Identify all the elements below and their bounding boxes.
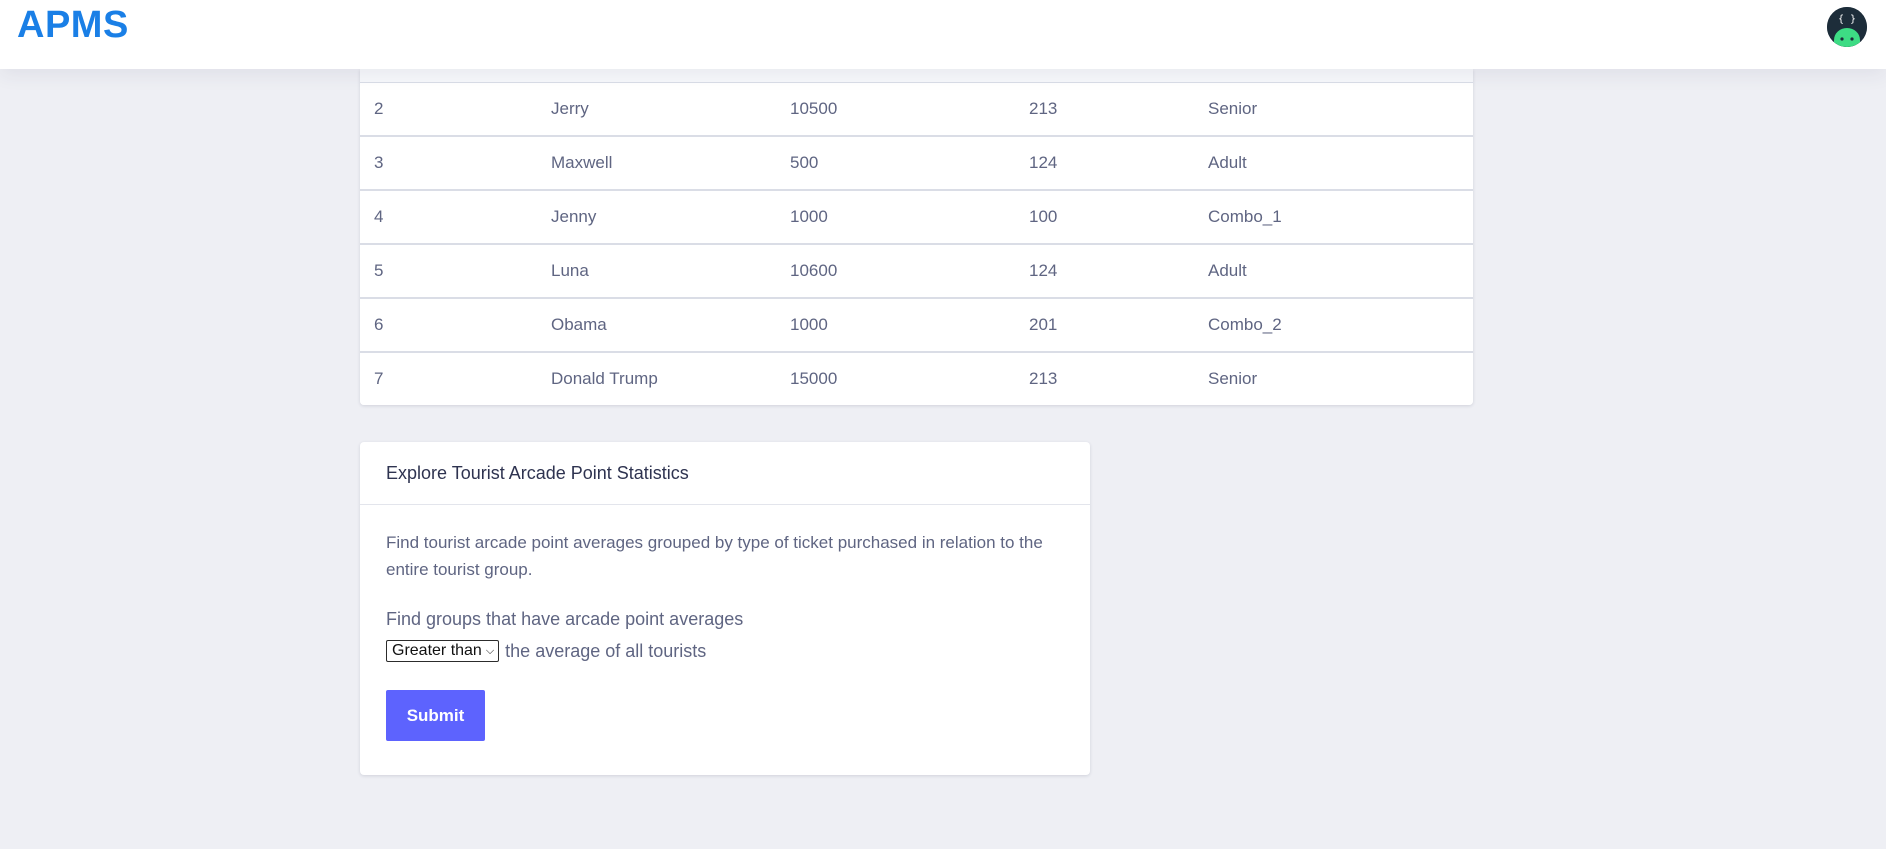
stats-description: Find tourist arcade point averages group… (386, 533, 1043, 579)
find-groups-label: Find groups that have arcade point avera… (386, 609, 744, 629)
table-row: 2 Jerry 10500 213 Senior (360, 83, 1473, 137)
top-navbar: APMS { } (0, 0, 1886, 69)
stats-card-title: Explore Tourist Arcade Point Statistics (360, 442, 1090, 505)
table-cell: 3 (374, 153, 384, 172)
table-cell: Adult (1208, 153, 1247, 172)
table-cell: 1000 (790, 207, 828, 226)
table-row: 4 Jenny 1000 100 Combo_1 (360, 191, 1473, 245)
table-cell: Donald Trump (551, 369, 658, 388)
table-cell: 124 (1029, 261, 1058, 280)
svg-text:{ }: { } (1838, 14, 1856, 25)
tourist-table: 2 Jerry 10500 213 Senior 3 Maxwell 500 124 Adult 4… (360, 69, 1473, 405)
chevron-down-icon: ⌵ (485, 645, 495, 657)
table-cell: 201 (1029, 315, 1058, 334)
table-cell: 7 (374, 369, 384, 388)
table-cell: Jerry (551, 99, 589, 118)
table-header-edge (360, 69, 1473, 83)
table-cell: Combo_2 (1208, 315, 1282, 334)
table-cell: Senior (1208, 99, 1258, 118)
comparison-select[interactable]: Greater than ⌵ (386, 640, 500, 662)
brand-logo[interactable]: APMS (17, 2, 129, 48)
table-cell: 10600 (790, 261, 838, 280)
table-row: 6 Obama 1000 201 Combo_2 (360, 299, 1473, 353)
table-row: 5 Luna 10600 124 Adult (360, 245, 1473, 299)
table-cell: 5 (374, 261, 384, 280)
table-cell: 6 (374, 315, 384, 334)
table-cell: 100 (1029, 207, 1058, 226)
table-cell: 10500 (790, 99, 838, 118)
table-cell: 213 (1029, 99, 1058, 118)
android-avatar-icon: { } (1827, 7, 1867, 47)
stats-card-body: Find tourist arcade point averages group… (360, 505, 1090, 741)
table-cell: 124 (1029, 153, 1058, 172)
table-cell: 4 (374, 207, 384, 226)
table-cell: Jenny (551, 207, 597, 226)
table-body: 2 Jerry 10500 213 Senior 3 Maxwell 500 124 Adult 4… (360, 83, 1473, 405)
table-cell: Combo_1 (1208, 207, 1282, 226)
table-row: 7 Donald Trump 15000 213 Senior (360, 353, 1473, 405)
table-cell: Obama (551, 315, 607, 334)
table-cell: 213 (1029, 369, 1058, 388)
table-cell: Senior (1208, 369, 1258, 388)
arcade-stats-card: Explore Tourist Arcade Point Statistics … (360, 442, 1090, 775)
table-cell: Luna (551, 261, 589, 280)
comparison-row: Greater than ⌵ the average of all touris… (386, 639, 1064, 663)
submit-button[interactable]: Submit (386, 690, 485, 741)
table-cell: 2 (374, 99, 384, 118)
comparison-select-value: Greater than (392, 642, 482, 659)
user-avatar[interactable]: { } (1827, 7, 1867, 47)
table-cell: 500 (790, 153, 819, 172)
table-cell: Maxwell (551, 153, 613, 172)
table-row: 3 Maxwell 500 124 Adult (360, 137, 1473, 191)
comparison-suffix: the average of all tourists (505, 641, 707, 661)
table-cell: 15000 (790, 369, 838, 388)
table-cell: Adult (1208, 261, 1247, 280)
table-cell: 1000 (790, 315, 828, 334)
